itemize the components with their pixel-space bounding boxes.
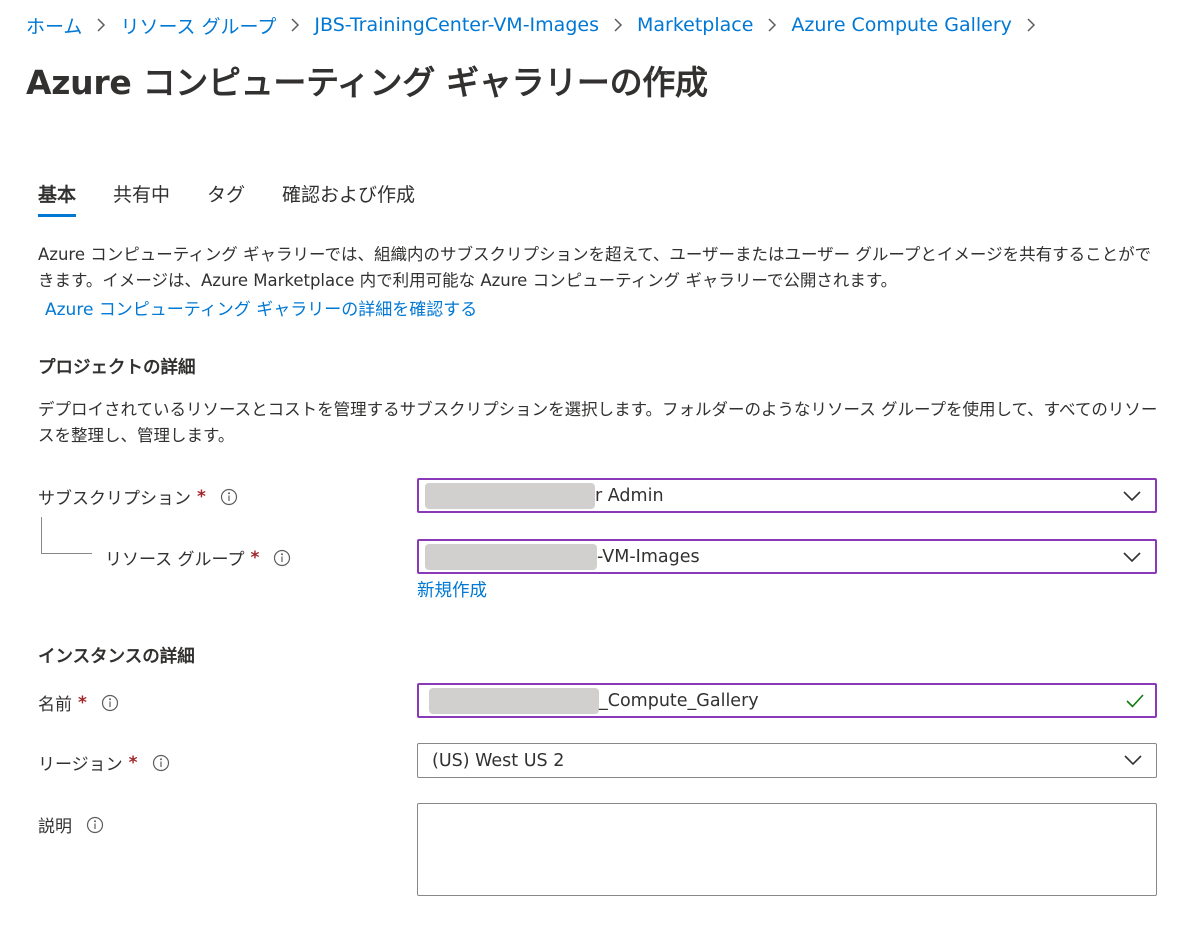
checkmark-icon [1126, 694, 1144, 708]
tab-review-create[interactable]: 確認および作成 [282, 180, 415, 217]
instance-details-heading: インスタンスの詳細 [38, 647, 195, 667]
name-label-row: 名前 * [38, 690, 119, 715]
required-marker: * [197, 486, 206, 507]
info-icon[interactable] [220, 488, 238, 506]
resource-group-value: -VM-Images [597, 546, 700, 567]
subscription-value: r Admin [595, 485, 664, 506]
chevron-right-icon [613, 17, 623, 33]
project-details-description: デプロイされているリソースとコストを管理するサブスクリプションを選択します。フォ… [38, 400, 1158, 445]
tab-sharing[interactable]: 共有中 [113, 180, 170, 217]
name-label: 名前 [38, 695, 72, 715]
required-marker: * [78, 692, 87, 713]
description-label: 説明 [38, 817, 72, 837]
breadcrumb-compute-gallery[interactable]: Azure Compute Gallery [791, 14, 1012, 36]
resource-group-label: リソース グループ [105, 550, 245, 570]
chevron-down-icon [1123, 491, 1141, 502]
chevron-down-icon [1124, 755, 1142, 766]
tab-bar: 基本 共有中 タグ 確認および作成 [38, 180, 452, 217]
chevron-right-icon [290, 17, 300, 33]
breadcrumb-resource-groups[interactable]: リソース グループ [120, 12, 276, 39]
subscription-dropdown[interactable]: r Admin [417, 478, 1157, 513]
tree-connector [41, 553, 92, 554]
description-label-row: 説明 [38, 812, 104, 837]
breadcrumb-resource-group[interactable]: JBS-TrainingCenter-VM-Images [314, 14, 599, 36]
region-label: リージョン [38, 755, 123, 775]
page-title: Azure コンピューティング ギャラリーの作成 [26, 63, 708, 102]
breadcrumb: ホーム リソース グループ JBS-TrainingCenter-VM-Imag… [26, 12, 1050, 38]
info-icon[interactable] [152, 754, 170, 772]
breadcrumb-marketplace[interactable]: Marketplace [637, 14, 753, 36]
info-icon[interactable] [273, 549, 291, 567]
region-dropdown[interactable]: (US) West US 2 [417, 743, 1157, 778]
redacted-text [425, 482, 595, 509]
subscription-label: サブスクリプション [38, 489, 191, 509]
chevron-right-icon [767, 17, 777, 33]
project-details-heading: プロジェクトの詳細 [38, 358, 196, 378]
redacted-text [425, 543, 597, 570]
info-icon[interactable] [86, 816, 104, 834]
breadcrumb-home[interactable]: ホーム [26, 12, 82, 39]
learn-more-link[interactable]: Azure コンピューティング ギャラリーの詳細を確認する [45, 295, 477, 320]
region-value: (US) West US 2 [432, 750, 565, 771]
subscription-label-row: サブスクリプション * [38, 484, 238, 509]
intro-description: Azure コンピューティング ギャラリーでは、組織内のサブスクリプションを超え… [38, 245, 1152, 290]
chevron-right-icon [96, 17, 106, 33]
region-label-row: リージョン * [38, 750, 170, 775]
description-textarea[interactable] [417, 803, 1157, 896]
more-options-button[interactable]: ··· [648, 62, 670, 86]
required-marker: * [250, 547, 260, 568]
tree-connector [41, 517, 42, 554]
chevron-down-icon [1123, 552, 1141, 563]
resource-group-dropdown[interactable]: -VM-Images [417, 539, 1157, 574]
resource-group-label-row: リソース グループ * [105, 545, 291, 570]
create-new-resource-group-link[interactable]: 新規作成 [417, 577, 487, 602]
tab-basics[interactable]: 基本 [38, 180, 77, 217]
name-value: _Compute_Gallery [599, 690, 759, 711]
required-marker: * [128, 752, 138, 773]
chevron-right-icon [1026, 17, 1036, 33]
tab-tags[interactable]: タグ [207, 180, 245, 217]
info-icon[interactable] [101, 694, 119, 712]
redacted-text [429, 687, 599, 714]
name-input[interactable]: _Compute_Gallery [417, 683, 1157, 718]
